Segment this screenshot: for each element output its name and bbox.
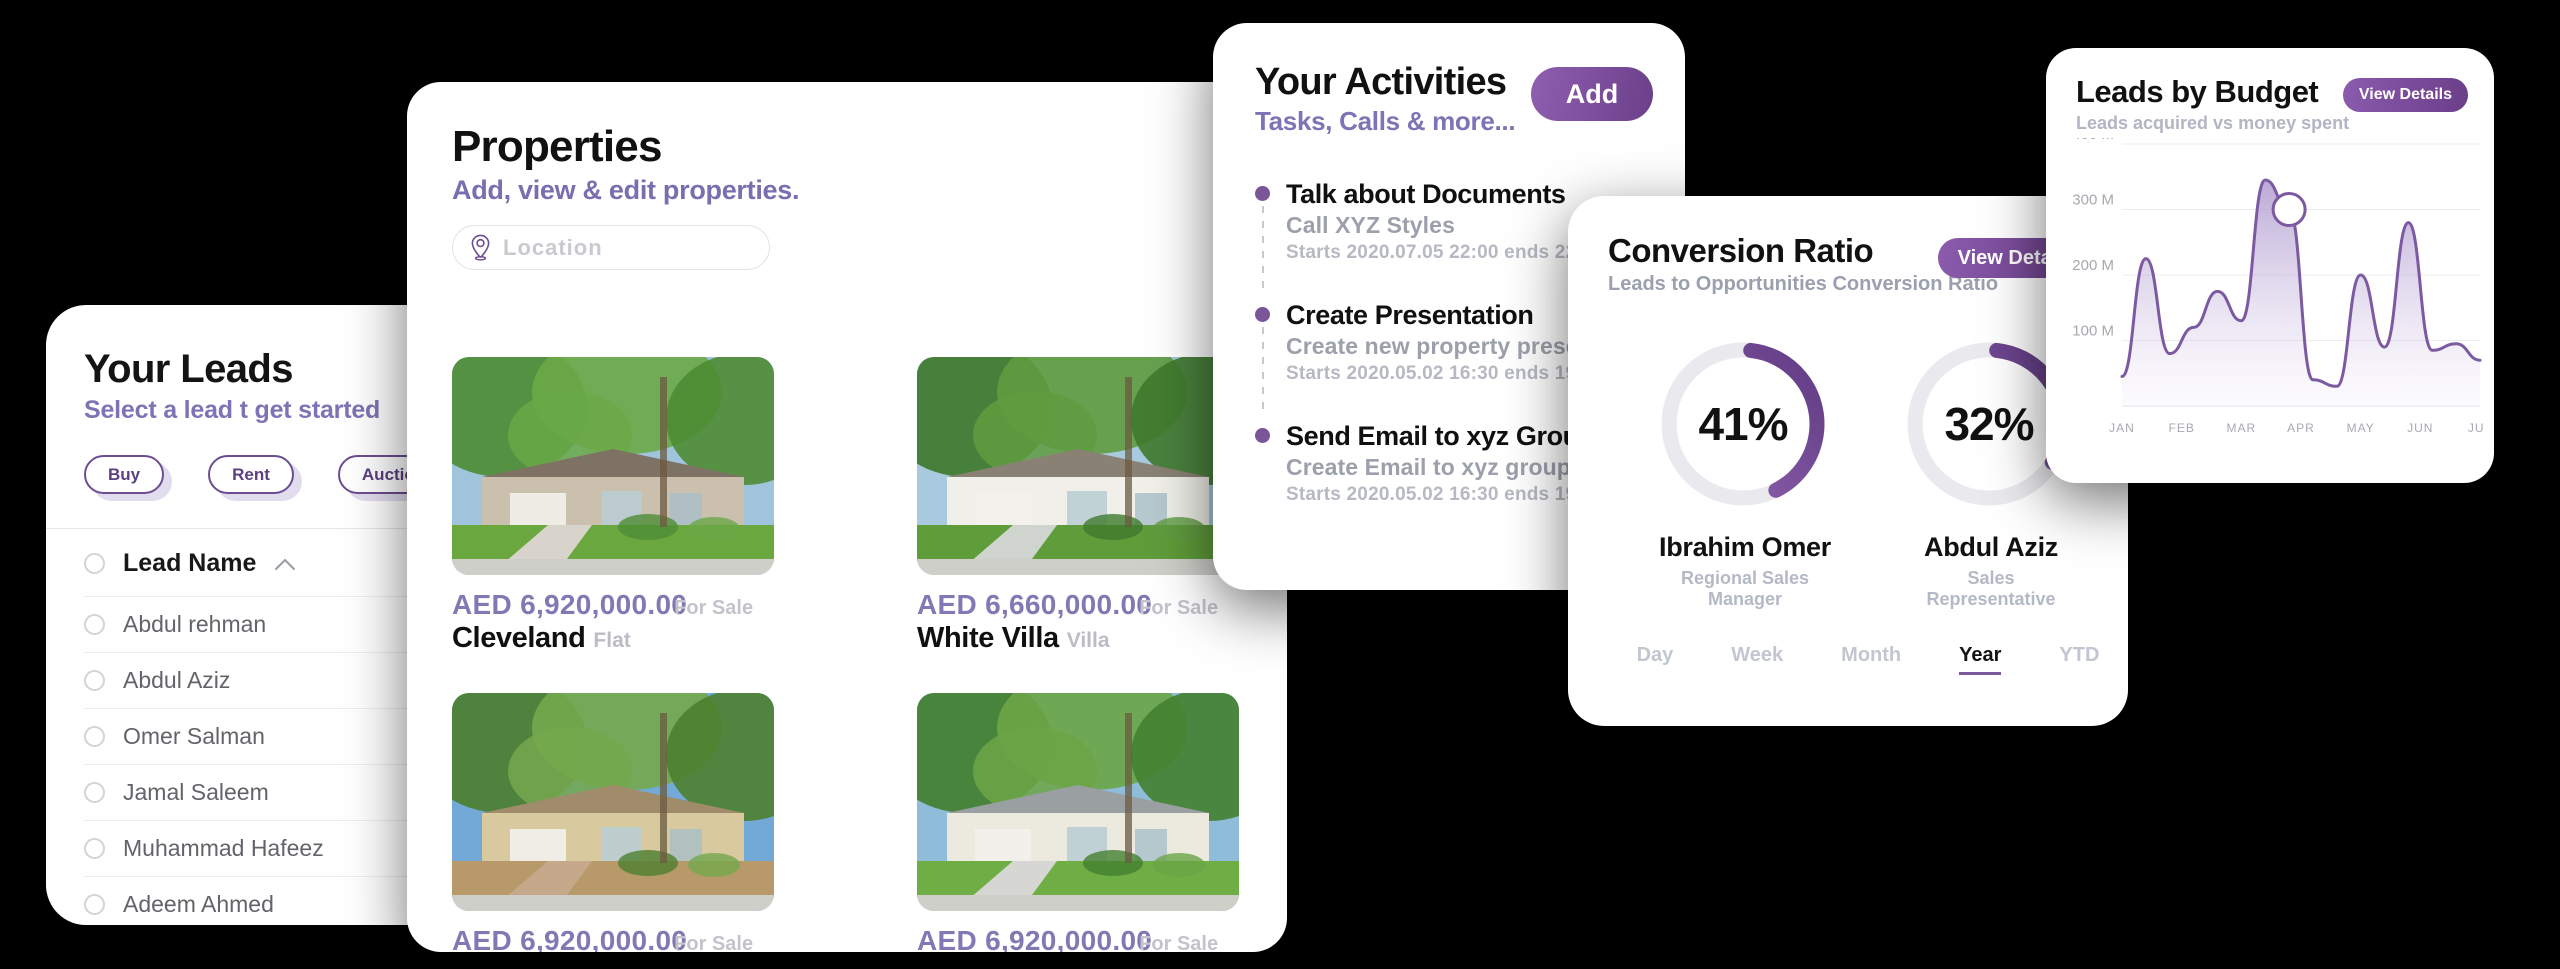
property-price-line: AED 6,660,000.00 For Sale	[917, 589, 1247, 621]
budget-view-details-button[interactable]: View Details	[2342, 78, 2468, 112]
lead-name-label: Muhammad Hafeez	[123, 835, 324, 861]
property-price-line: AED 6,920,000.00 For Sale	[452, 925, 782, 952]
property-grid: AED 6,920,000.00 For Sale Cleveland Flat AED…	[452, 357, 1252, 952]
conversion-person-role: Sales Representative	[1926, 568, 2056, 609]
location-placeholder: Location	[503, 234, 603, 260]
property-name-line: Cleveland Flat	[452, 622, 782, 655]
screenshot-stage: Your Leads Select a lead t get started B…	[0, 0, 2560, 969]
lead-select-radio[interactable]	[84, 782, 105, 803]
activity-bullet-icon	[1255, 186, 1270, 201]
activities-title: Your Activities	[1255, 61, 1507, 103]
property-card[interactable]: AED 6,920,000.00 For Sale Cleveland Flat	[452, 357, 782, 655]
property-name: Cleveland	[452, 622, 586, 654]
property-meta: AED 6,660,000.00 For Sale White Villa Villa	[917, 589, 1247, 655]
chart-y-axis-labels: 400 M 300 M 200 M 100 M	[2072, 126, 2114, 340]
location-input[interactable]: Location	[452, 225, 770, 270]
property-status: For Sale	[1139, 597, 1219, 619]
timeline-connector	[1261, 206, 1264, 294]
property-meta: AED 6,920,000.00 For Sale Cleveland Flat	[452, 589, 782, 655]
property-type: Flat	[593, 629, 631, 652]
property-price: AED 6,920,000.00	[917, 925, 1153, 952]
properties-title: Properties	[452, 122, 662, 171]
lead-select-radio[interactable]	[84, 726, 105, 747]
lead-select-radio[interactable]	[84, 838, 105, 859]
period-tab-month[interactable]: Month	[1841, 644, 1901, 675]
budget-chart-svg: 400 M 300 M 200 M 100 M JAN FEB MAR APR MAY JUN JU…	[2072, 126, 2491, 435]
chart-x-axis-labels: JAN FEB MAR APR MAY JUN JUL	[2109, 421, 2491, 435]
svg-text:FEB: FEB	[2169, 421, 2195, 435]
chip-rent[interactable]: Rent	[208, 455, 294, 494]
lead-name-column-header: Lead Name	[123, 549, 257, 577]
property-image[interactable]	[452, 357, 774, 575]
map-pin-icon	[471, 234, 490, 261]
svg-text:JUL: JUL	[2468, 421, 2484, 435]
property-name-line: White Villa Villa	[917, 622, 1247, 655]
period-tab-ytd[interactable]: YTD	[2059, 644, 2099, 675]
svg-text:400 M: 400 M	[2072, 138, 2114, 143]
svg-text:JUN: JUN	[2407, 421, 2433, 435]
svg-text:MAR: MAR	[2226, 421, 2256, 435]
period-tab-week[interactable]: Week	[1731, 644, 1783, 675]
svg-text:100 M: 100 M	[2072, 323, 2114, 340]
conversion-donut: 41%	[1655, 336, 1831, 512]
property-image[interactable]	[452, 693, 774, 911]
property-price: AED 6,660,000.00	[917, 589, 1153, 620]
property-image[interactable]	[917, 693, 1239, 911]
svg-text:300 M: 300 M	[2072, 192, 2114, 209]
lead-name-label: Omer Salman	[123, 723, 265, 749]
caret-up-icon[interactable]	[274, 557, 296, 571]
timeline-connector	[1261, 327, 1264, 415]
conversion-ratio-card: Conversion Ratio Leads to Opportunities …	[1568, 196, 2128, 726]
property-status: For Sale	[674, 933, 754, 952]
chip-wrap-buy: Buy	[84, 455, 173, 501]
chip-wrap-rent: Rent	[208, 455, 302, 501]
property-price-line: AED 6,920,000.00 For Sale	[917, 925, 1247, 952]
properties-subtitle: Add, view & edit properties.	[452, 175, 800, 205]
property-card[interactable]: AED 6,920,000.00For SaleNew PlazaBanglow	[917, 693, 1247, 952]
property-status: For Sale	[674, 597, 754, 619]
lead-name-label: Abdul rehman	[123, 611, 267, 637]
svg-text:200 M: 200 M	[2072, 257, 2114, 274]
conversion-person-name: Abdul Aziz	[1924, 532, 2058, 562]
property-image[interactable]	[917, 357, 1239, 575]
budget-subtitle: Leads acquired vs money spent	[2076, 113, 2350, 133]
activities-subtitle: Tasks, Calls & more...	[1255, 106, 1516, 136]
property-price: AED 6,920,000.00	[452, 925, 688, 952]
lead-select-radio[interactable]	[84, 614, 105, 635]
conversion-percent: 41%	[1698, 398, 1788, 450]
conversion-person: 41% Ibrahim Omer Regional Sales Manager	[1655, 336, 1835, 610]
add-activity-button[interactable]: Add	[1531, 67, 1653, 121]
property-type: Villa	[1066, 629, 1110, 652]
property-card[interactable]: AED 6,920,000.00For SaleDawson DriveFlat	[452, 693, 782, 952]
property-card[interactable]: AED 6,660,000.00 For Sale White Villa Villa	[917, 357, 1247, 655]
property-price: AED 6,920,000.00	[452, 589, 688, 620]
lead-name-label: Adeem Ahmed	[123, 891, 274, 917]
budget-area-chart: 400 M 300 M 200 M 100 M JAN FEB MAR APR MAY JUN JU…	[2064, 126, 2491, 448]
svg-text:JAN: JAN	[2109, 421, 2135, 435]
lead-select-radio[interactable]	[84, 894, 105, 915]
activity-bullet-icon	[1255, 428, 1270, 443]
property-meta: AED 6,920,000.00For SaleNew PlazaBanglow	[917, 925, 1247, 952]
period-tab-day[interactable]: Day	[1637, 644, 1674, 675]
lead-select-radio[interactable]	[84, 670, 105, 691]
conversion-person-role: Regional Sales Manager	[1680, 568, 1810, 609]
period-tab-year[interactable]: Year	[1959, 644, 2002, 675]
property-price-line: AED 6,920,000.00 For Sale	[452, 589, 782, 621]
svg-text:APR: APR	[2287, 421, 2315, 435]
property-status: For Sale	[1139, 933, 1219, 952]
chart-marker	[2271, 192, 2307, 227]
select-all-radio[interactable]	[84, 553, 105, 574]
svg-text:MAY: MAY	[2347, 421, 2375, 435]
conversion-person-name: Ibrahim Omer	[1659, 532, 1831, 562]
leads-by-budget-card: Leads by Budget Leads acquired vs money …	[2046, 48, 2494, 483]
property-name: White Villa	[917, 622, 1059, 654]
lead-name-label: Jamal Saleem	[123, 779, 269, 805]
property-meta: AED 6,920,000.00For SaleDawson DriveFlat	[452, 925, 782, 952]
properties-card: Properties Add, view & edit properties. …	[407, 82, 1287, 952]
lead-name-label: Abdul Aziz	[123, 667, 231, 693]
chip-buy[interactable]: Buy	[84, 455, 165, 494]
activity-bullet-icon	[1255, 307, 1270, 322]
period-tabs: Day Week Month Year YTD	[1608, 644, 2128, 675]
